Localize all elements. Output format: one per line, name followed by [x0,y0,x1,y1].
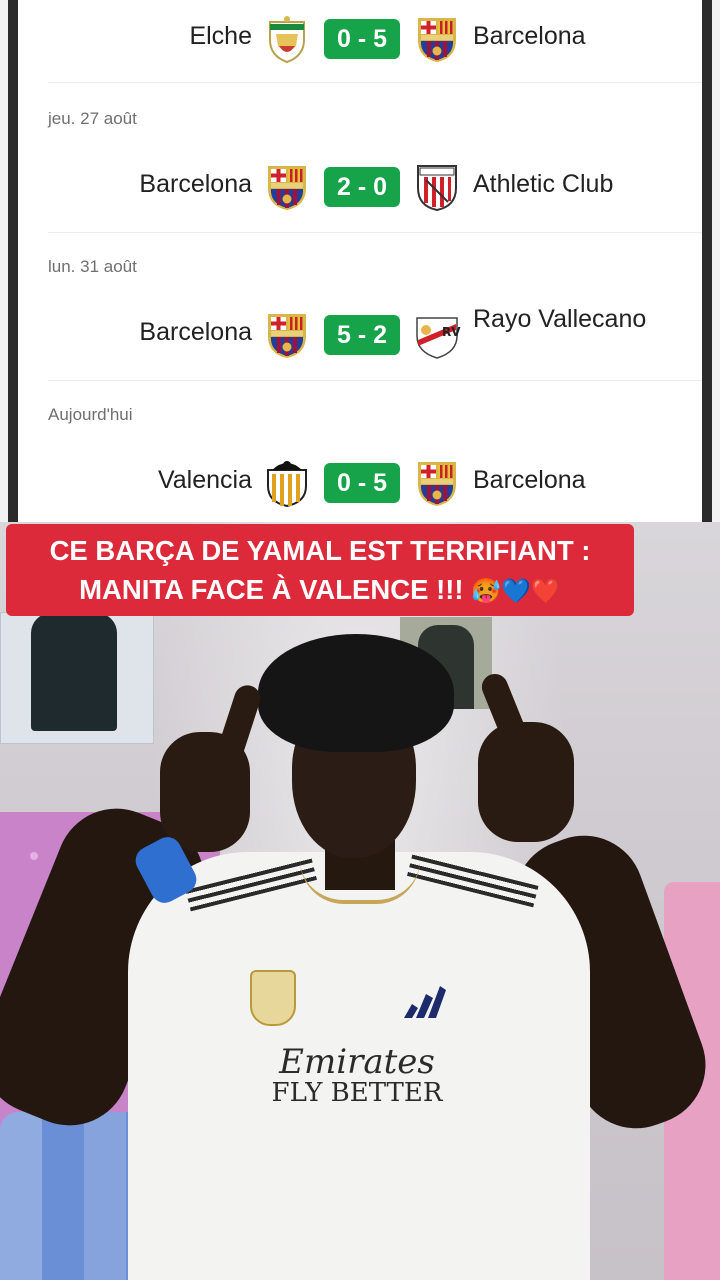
barcelona-crest-icon [268,166,306,210]
divider [48,380,702,381]
match-row[interactable]: Elche 0 - 5 Barcelona [18,8,702,68]
barcelona-crest-icon [418,462,456,506]
elche-crest-icon [269,16,305,64]
caption-line-2-text: MANITA FACE À VALENCE !!! [79,574,464,605]
score-badge: 5 - 2 [324,315,400,355]
athletic-club-crest-icon [417,165,457,212]
away-team: Barcelona [473,466,586,494]
match-row[interactable]: Barcelona 2 - 0 Athletic Club [18,156,702,216]
score-badge: 2 - 0 [324,167,400,207]
home-team: Elche [189,22,252,50]
person: Emirates FLY BETTER [0,522,720,1280]
away-team: Rayo Vallecano [473,305,647,333]
valencia-crest-icon [267,461,307,508]
away-team: Barcelona [473,22,586,50]
score-badge: 0 - 5 [324,19,400,59]
jersey-sponsor: Emirates FLY BETTER [262,1042,452,1108]
caption-line-1: CE BARÇA DE YAMAL EST TERRIFIANT : [49,535,591,566]
hair [258,634,454,752]
home-team: Barcelona [139,318,252,346]
match-row[interactable]: Barcelona 5 - 2 RV Rayo Vallecano [18,304,702,364]
match-date: jeu. 27 août [48,109,137,128]
panel-edge-right [712,0,720,522]
match-results-screenshot: Elche 0 - 5 Barcelona jeu. 27 août Barce… [0,0,720,522]
sponsor-line-1: Emirates [279,1042,435,1082]
home-team: Barcelona [139,170,252,198]
score-badge: 0 - 5 [324,463,400,503]
results-card: Elche 0 - 5 Barcelona jeu. 27 août Barce… [18,0,702,522]
rayo-vallecano-crest-icon: RV [416,317,461,359]
svg-text:RV: RV [442,325,461,339]
barcelona-crest-icon [268,314,306,358]
panel-edge-left [0,0,8,522]
divider [48,232,702,233]
divider [48,82,702,83]
home-team: Valencia [157,466,252,494]
real-madrid-crest-icon [250,970,296,1026]
away-team: Athletic Club [473,170,614,198]
match-date: lun. 31 août [48,257,137,276]
left-pointing-finger [214,681,264,767]
video-frame: Emirates FLY BETTER [0,522,720,1280]
adidas-logo-icon [404,986,446,1018]
match-date: Aujourd'hui [48,405,133,424]
match-row[interactable]: Valencia 0 - 5 Barcelona [18,452,702,512]
caption-line-2: MANITA FACE À VALENCE !!! 🥵💙❤️ [6,570,634,611]
caption-banner: CE BARÇA DE YAMAL EST TERRIFIANT : MANIT… [6,524,634,616]
sponsor-line-2: FLY BETTER [271,1078,443,1108]
barcelona-crest-icon [418,18,456,62]
caption-emojis: 🥵💙❤️ [471,578,561,605]
